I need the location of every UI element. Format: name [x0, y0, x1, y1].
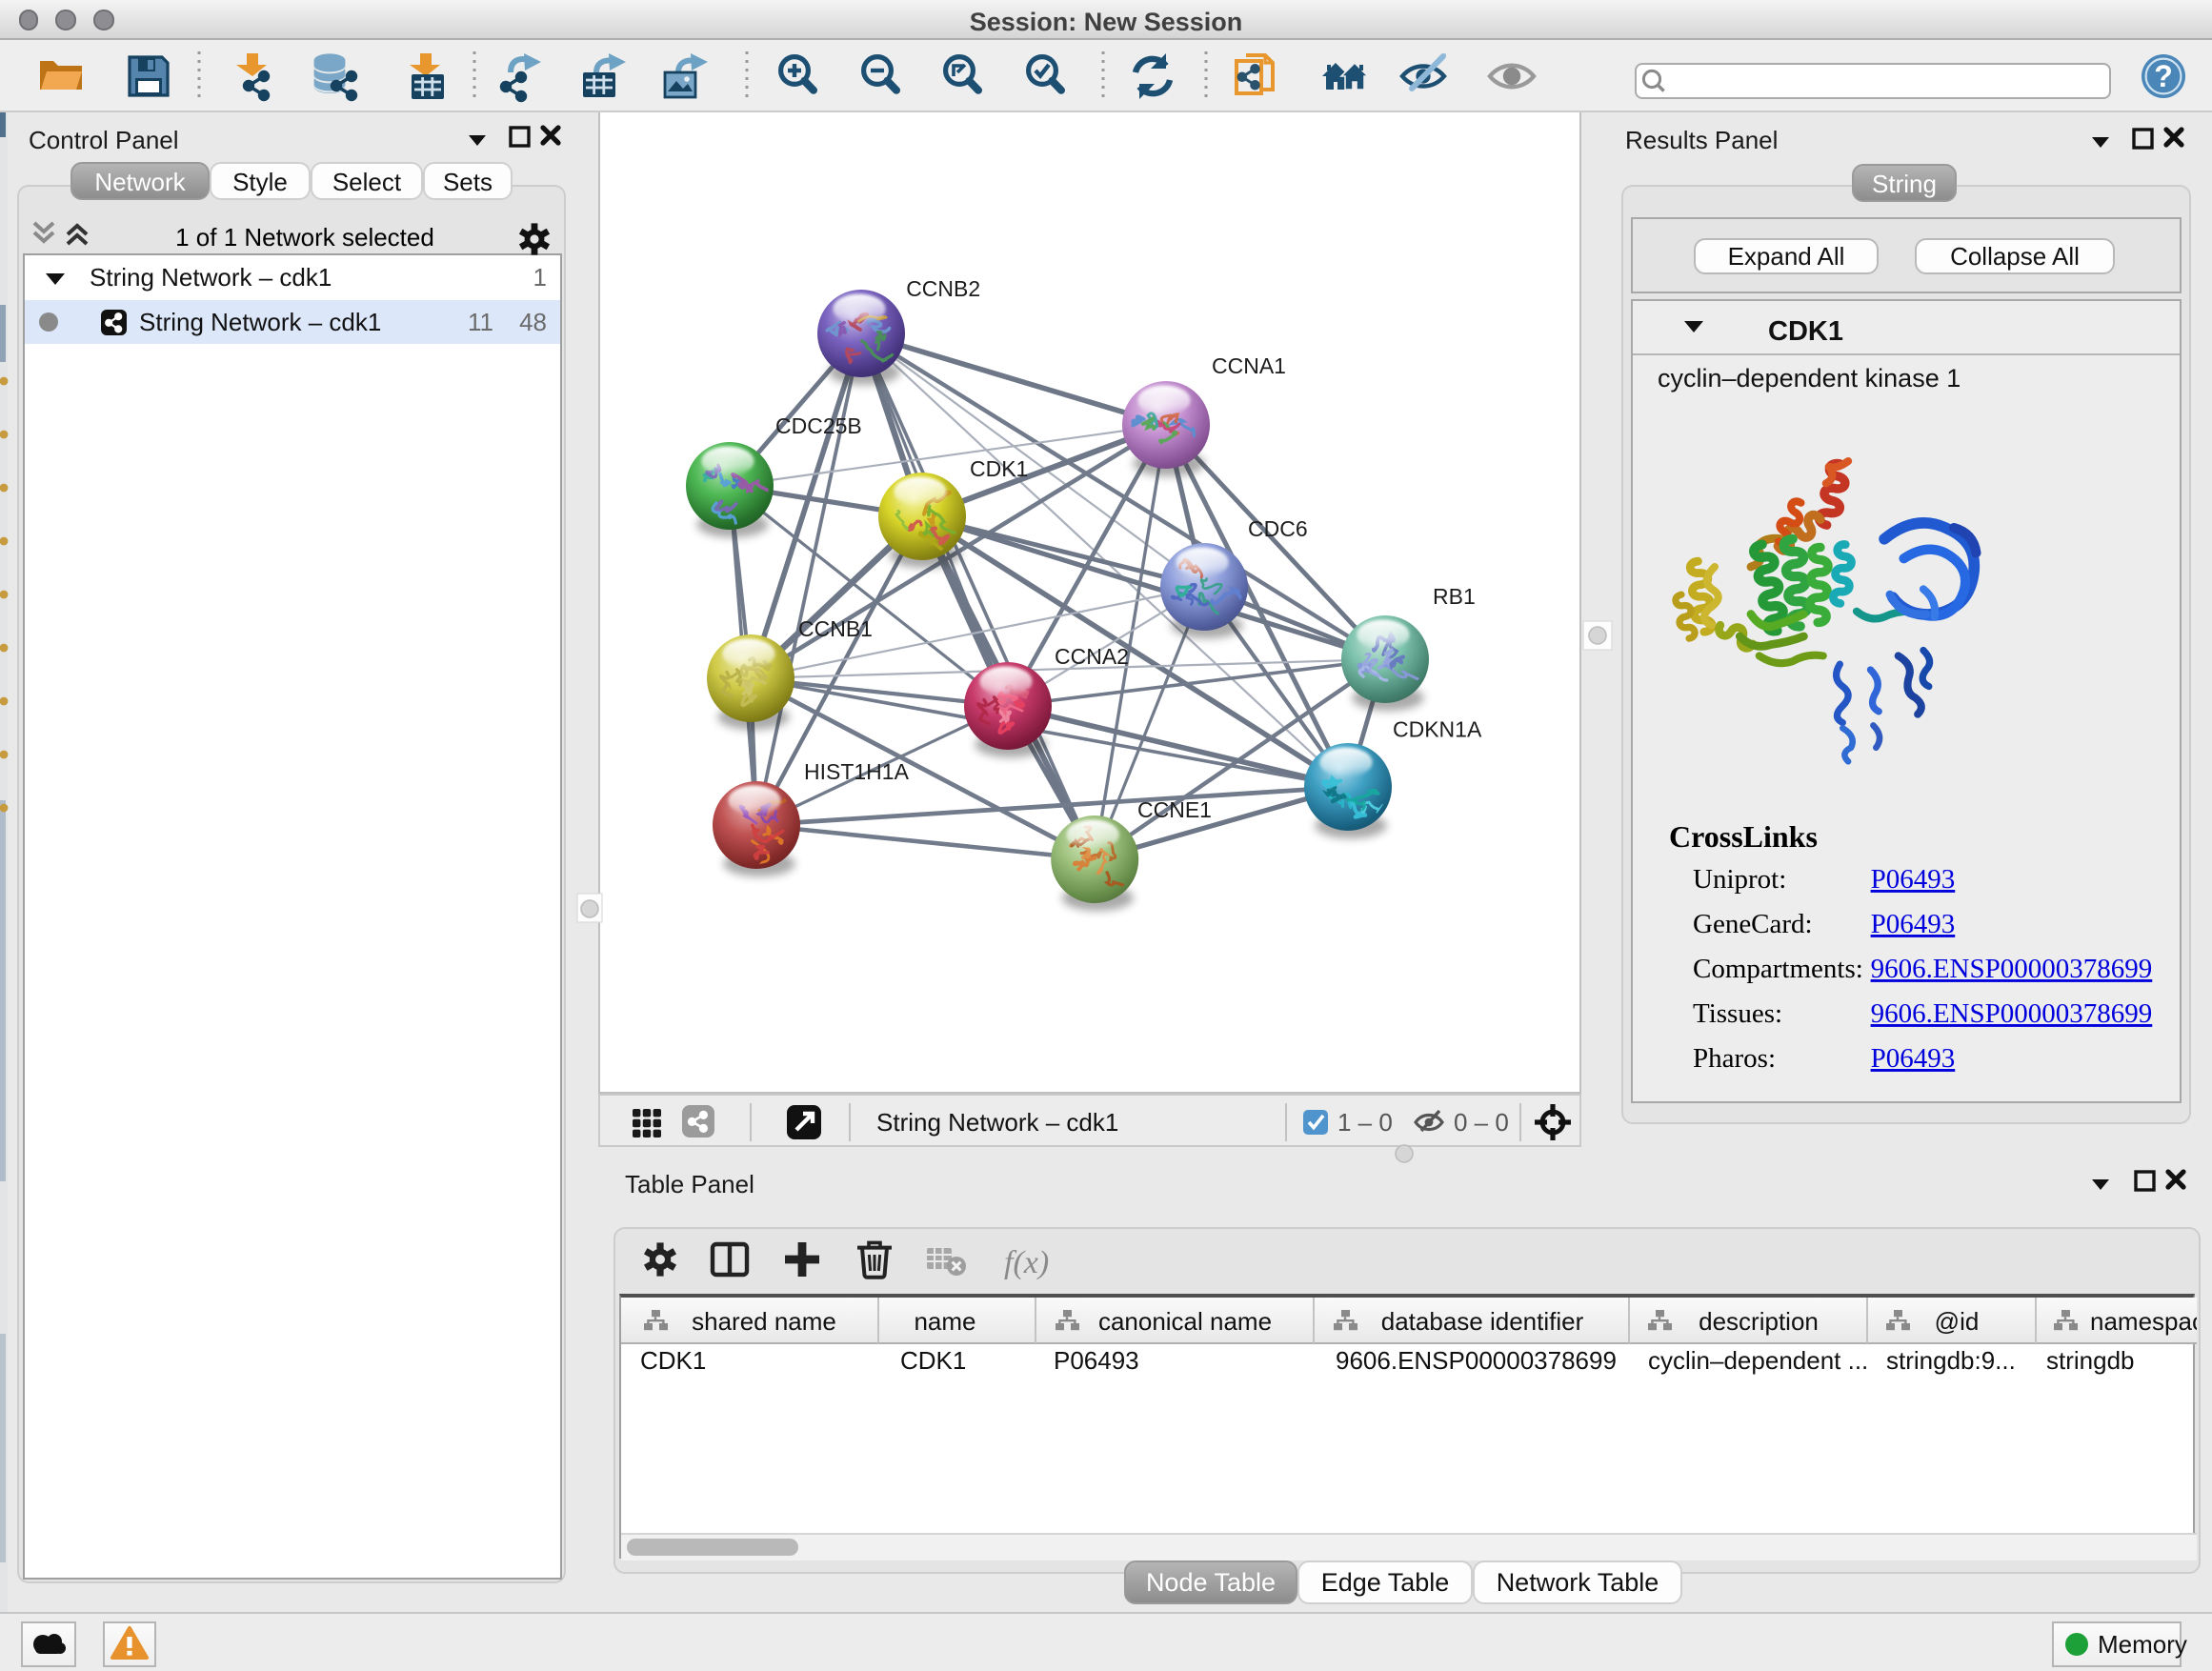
svg-text:CDKN1A: CDKN1A	[1393, 717, 1482, 742]
svg-text:CrossLinks: CrossLinks	[1669, 819, 1818, 854]
svg-text:description: description	[1699, 1307, 1819, 1336]
svg-text:CDK1: CDK1	[970, 456, 1028, 481]
svg-text:CCNB1: CCNB1	[798, 616, 873, 641]
svg-text:CDC25B: CDC25B	[775, 413, 862, 438]
svg-text:P06493: P06493	[1871, 909, 1956, 939]
svg-text:P06493: P06493	[1871, 1043, 1956, 1074]
svg-text:name: name	[914, 1307, 975, 1336]
svg-text:RB1: RB1	[1433, 584, 1476, 609]
svg-text:@id: @id	[1935, 1307, 1980, 1336]
svg-text:stringdb:9...: stringdb:9...	[1886, 1346, 2016, 1375]
svg-text:String Network – cdk1: String Network – cdk1	[876, 1108, 1118, 1137]
svg-text:String Network – cdk1: String Network – cdk1	[139, 308, 381, 336]
svg-text:database identifier: database identifier	[1381, 1307, 1584, 1336]
svg-text:Memory: Memory	[2098, 1630, 2187, 1659]
svg-text:shared name: shared name	[692, 1307, 836, 1336]
svg-text:HIST1H1A: HIST1H1A	[804, 759, 910, 784]
svg-text:P06493: P06493	[1871, 864, 1956, 895]
svg-text:11: 11	[468, 308, 493, 336]
svg-text:1 – 0: 1 – 0	[1337, 1108, 1393, 1137]
svg-text:P06493: P06493	[1054, 1346, 1139, 1375]
svg-text:canonical name: canonical name	[1098, 1307, 1272, 1336]
svg-text:Tissues:: Tissues:	[1693, 998, 1782, 1029]
svg-text:9606.ENSP00000378699: 9606.ENSP00000378699	[1871, 954, 2153, 984]
svg-text:CDK1: CDK1	[1768, 316, 1843, 347]
svg-text:CCNE1: CCNE1	[1137, 797, 1212, 822]
svg-text:CDC6: CDC6	[1248, 516, 1308, 541]
svg-text:1: 1	[533, 263, 547, 292]
svg-text:cyclin–dependent ...: cyclin–dependent ...	[1648, 1346, 1868, 1375]
svg-text:Uniprot:: Uniprot:	[1693, 864, 1786, 895]
svg-text:namespac: namespac	[2090, 1307, 2197, 1336]
svg-text:f(x): f(x)	[1004, 1245, 1049, 1280]
svg-text:CCNA1: CCNA1	[1212, 353, 1286, 378]
svg-text:CDK1: CDK1	[640, 1346, 706, 1375]
svg-text:CCNA2: CCNA2	[1055, 644, 1129, 669]
svg-text:stringdb: stringdb	[2046, 1346, 2135, 1375]
svg-text:Pharos:: Pharos:	[1693, 1043, 1776, 1074]
svg-text:48: 48	[519, 308, 547, 336]
svg-text:Compartments:: Compartments:	[1693, 954, 1863, 984]
svg-text:CDK1: CDK1	[900, 1346, 966, 1375]
svg-text:0 – 0: 0 – 0	[1454, 1108, 1509, 1137]
svg-text:?: ?	[2154, 59, 2173, 93]
svg-text:String Network – cdk1: String Network – cdk1	[90, 263, 332, 292]
svg-text:cyclin–dependent kinase 1: cyclin–dependent kinase 1	[1658, 364, 1961, 393]
svg-text:CCNB2: CCNB2	[906, 276, 980, 301]
svg-text:9606.ENSP00000378699: 9606.ENSP00000378699	[1336, 1346, 1617, 1375]
svg-text:9606.ENSP00000378699: 9606.ENSP00000378699	[1871, 998, 2153, 1029]
svg-text:GeneCard:: GeneCard:	[1693, 909, 1813, 939]
